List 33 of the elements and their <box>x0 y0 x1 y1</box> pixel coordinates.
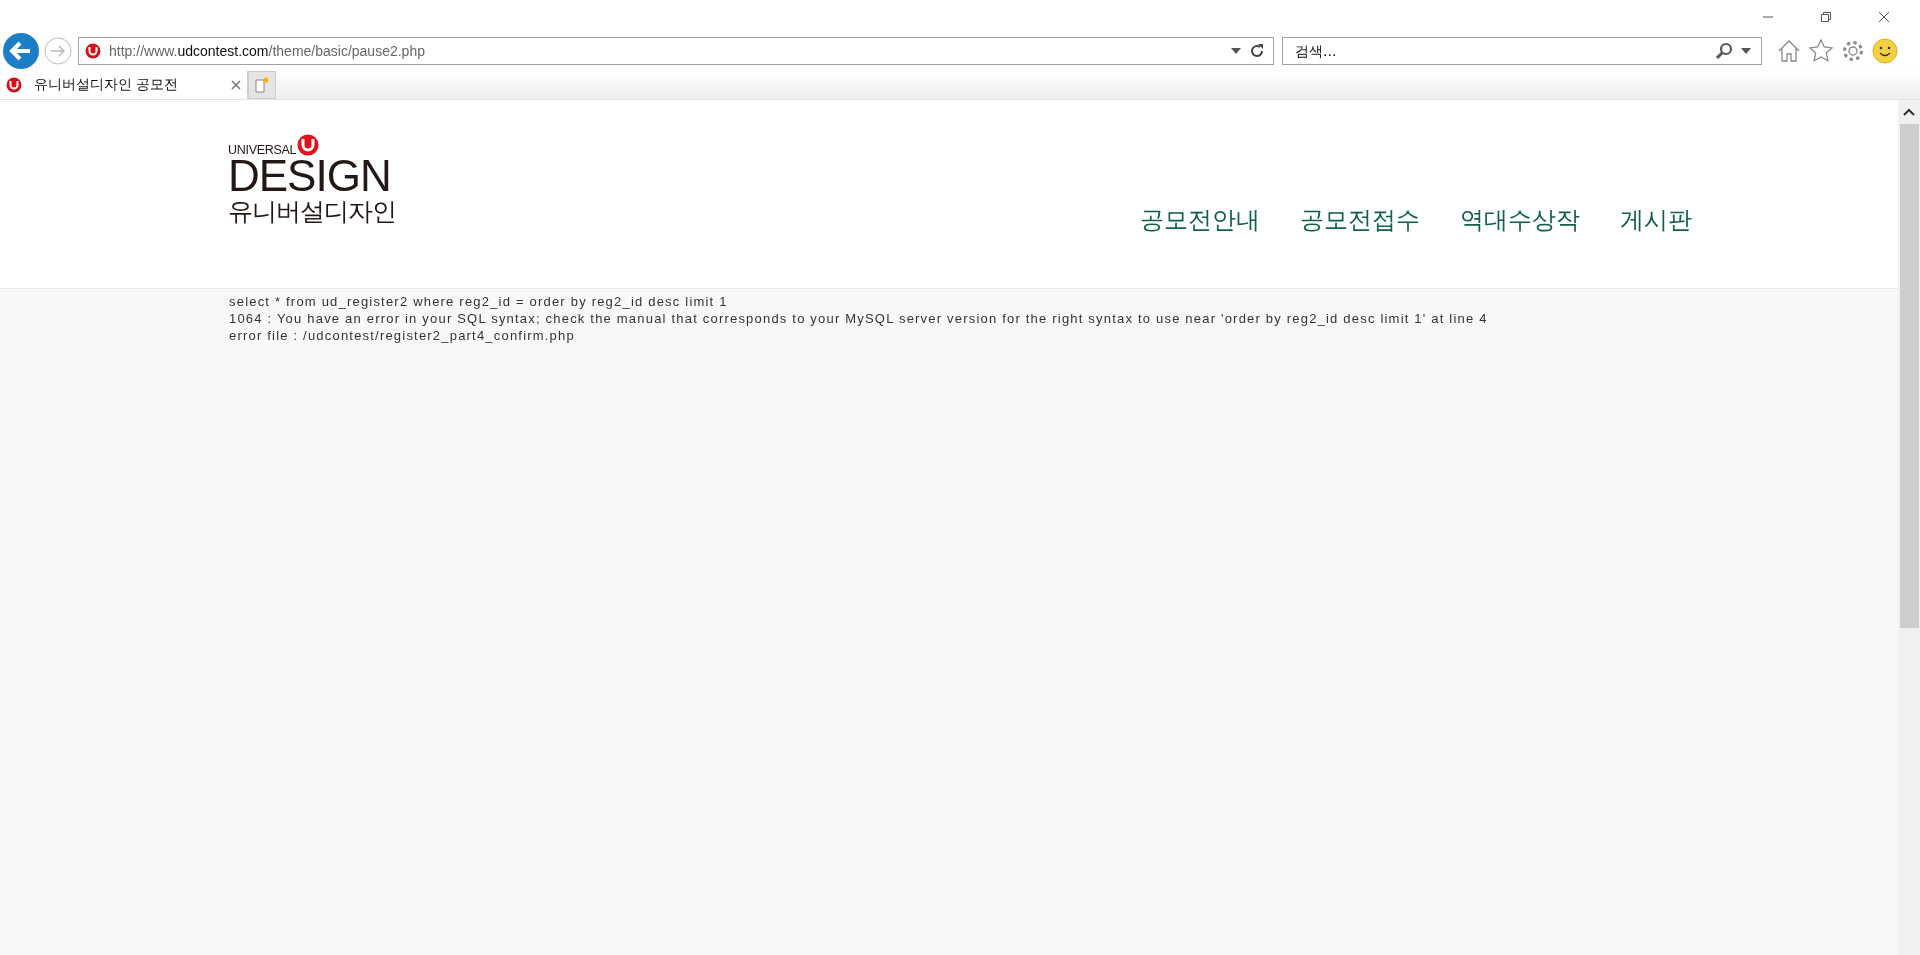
smiley-icon[interactable] <box>1872 38 1898 64</box>
url-text: http://www.udcontest.com/theme/basic/pause2.php <box>109 43 426 59</box>
scrollbar-thumb[interactable] <box>1899 124 1919 628</box>
address-bar[interactable]: http://www.udcontest.com/theme/basic/pause2.php <box>78 37 1274 65</box>
scrollbar[interactable] <box>1898 100 1920 955</box>
dropdown-icon[interactable] <box>1231 48 1241 54</box>
back-icon[interactable] <box>2 32 40 70</box>
star-icon[interactable] <box>1808 38 1834 64</box>
error-text: 1064 : You have an error in your SQL syntax; check the manual that corresponds to your MySQL server version for the right syntax to use near 'order by reg2_id desc limit 1' at line 4 <box>229 310 1489 327</box>
nav-link[interactable]: 공모전접수 <box>1300 204 1420 236</box>
search-icon[interactable] <box>1715 42 1733 60</box>
refresh-icon[interactable] <box>1249 43 1265 59</box>
logo-mark-icon <box>297 134 320 156</box>
close-icon[interactable] <box>231 80 241 90</box>
dropdown-icon[interactable] <box>1741 48 1751 54</box>
nav-link[interactable]: 게시판 <box>1620 204 1692 236</box>
new-tab-icon <box>255 77 269 93</box>
site-logo-icon <box>6 77 22 93</box>
settings-icon[interactable] <box>1840 38 1866 64</box>
home-icon[interactable] <box>1776 38 1802 64</box>
nav-link[interactable]: 역대수상작 <box>1460 204 1580 236</box>
error-text: error file : /udcontest/register2_part4_confirm.php <box>229 327 576 344</box>
logo-text: UNIVERSAL <box>228 144 297 156</box>
close-icon[interactable] <box>1878 11 1890 23</box>
browser-tab[interactable]: 유니버설디자인 공모전 <box>0 71 248 99</box>
error-text: select * from ud_register2 where reg2_id = order by reg2_id desc limit 1 <box>229 293 729 310</box>
logo-text: 유니버설디자인 <box>228 196 396 226</box>
logo-text: DESIGN <box>228 156 392 196</box>
site-logo-icon <box>85 43 101 59</box>
search-bar[interactable]: 검색... <box>1282 37 1762 65</box>
restore-icon[interactable] <box>1820 11 1832 23</box>
nav-link[interactable]: 공모전안내 <box>1140 204 1260 236</box>
scroll-up-icon[interactable] <box>1903 108 1915 116</box>
